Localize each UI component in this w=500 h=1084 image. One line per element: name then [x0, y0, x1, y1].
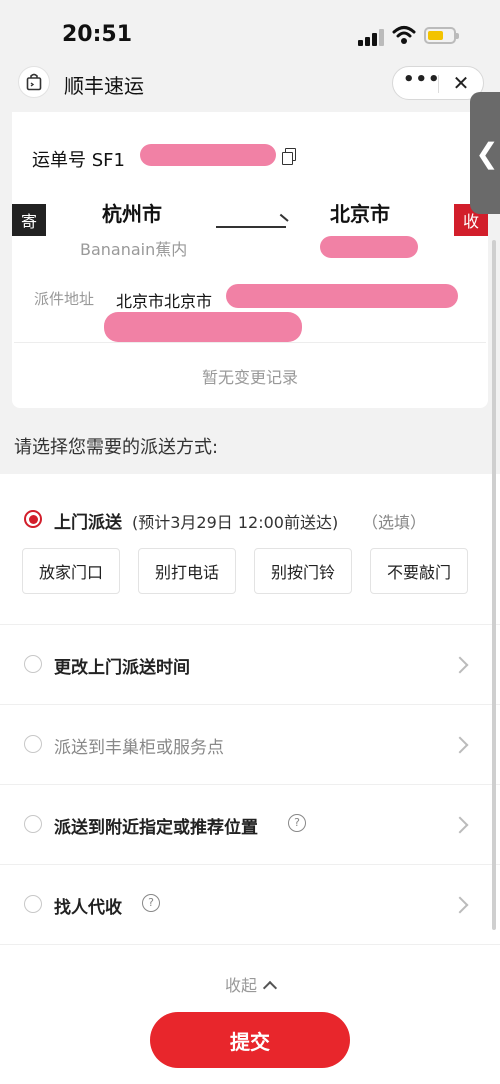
origin-city: 杭州市 — [102, 202, 162, 226]
chevron-right-icon — [451, 816, 469, 834]
chevron-right-icon — [451, 896, 469, 914]
help-icon[interactable]: ? — [142, 894, 160, 912]
app-title: 顺丰速运 — [64, 74, 144, 98]
copy-icon[interactable] — [282, 148, 296, 165]
redaction-waybill — [140, 144, 276, 166]
option-proxy-receive[interactable]: 找人代收 ? — [0, 884, 500, 924]
chip-no-doorbell[interactable]: 别按门铃 — [254, 548, 352, 594]
option-door-delivery[interactable]: 上门派送 (预计3月29日 12:00前送达) （选填） — [0, 498, 500, 538]
route-arrow-icon — [216, 226, 286, 228]
radio-icon[interactable] — [24, 735, 42, 753]
chip-leave-at-door[interactable]: 放家门口 — [22, 548, 120, 594]
change-record-text: 暂无变更记录 — [201, 368, 298, 387]
delivery-address-value: 北京市北京市 — [116, 292, 213, 311]
redaction-receiver — [320, 236, 418, 258]
waybill-number: 运单号 SF1 — [32, 150, 125, 171]
wifi-icon — [392, 26, 416, 44]
option-label: 更改上门派送时间 — [54, 658, 190, 678]
option-label: 上门派送 — [54, 513, 122, 533]
sender-tag: 寄 — [12, 204, 46, 236]
capsule-divider — [438, 75, 439, 93]
row-divider — [0, 784, 500, 785]
row-divider — [0, 624, 500, 625]
status-time: 20:51 — [62, 22, 133, 47]
destination-city: 北京市 — [330, 202, 390, 226]
option-label: 派送到附近指定或推荐位置 — [54, 818, 258, 838]
option-nearby-location[interactable]: 派送到附近指定或推荐位置 ? — [0, 804, 500, 844]
battery-icon — [424, 27, 459, 44]
radio-icon[interactable] — [24, 895, 42, 913]
chip-no-knock[interactable]: 不要敲门 — [370, 548, 468, 594]
option-change-time[interactable]: 更改上门派送时间 — [0, 644, 500, 684]
app-logo-icon — [18, 66, 50, 98]
help-icon[interactable]: ? — [288, 814, 306, 832]
option-label: 派送到丰巢柜或服务点 — [54, 738, 224, 758]
option-locker[interactable]: 派送到丰巢柜或服务点 — [0, 724, 500, 764]
close-button[interactable]: ✕ — [446, 71, 476, 95]
sender-name: Bananain蕉内 — [80, 240, 188, 259]
chevron-up-icon — [262, 980, 278, 996]
radio-selected-icon[interactable] — [24, 510, 42, 528]
option-eta: (预计3月29日 12:00前送达) — [132, 513, 339, 532]
mini-program-capsule: ••• ✕ — [392, 66, 484, 100]
card-divider — [14, 342, 486, 343]
radio-icon[interactable] — [24, 815, 42, 833]
delivery-method-title: 请选择您需要的派送方式: — [14, 437, 219, 458]
collapse-label: 收起 — [224, 976, 257, 995]
option-optional: （选填） — [362, 513, 427, 532]
option-label: 找人代收 — [54, 898, 122, 918]
radio-icon[interactable] — [24, 655, 42, 673]
delivery-address-label: 派件地址 — [34, 290, 95, 308]
redaction-address-1 — [226, 284, 458, 308]
chip-no-call[interactable]: 别打电话 — [138, 548, 236, 594]
scrollbar[interactable] — [492, 240, 496, 930]
collapse-toggle[interactable]: 收起 — [0, 972, 500, 996]
cellular-signal-icon — [358, 28, 384, 46]
row-divider — [0, 704, 500, 705]
side-collapse-tab[interactable]: ❮ — [470, 92, 500, 214]
chevron-right-icon — [451, 656, 469, 674]
chevron-right-icon — [451, 736, 469, 754]
row-divider — [0, 864, 500, 865]
row-divider — [0, 944, 500, 945]
more-button[interactable]: ••• — [403, 69, 440, 90]
redaction-address-2 — [104, 312, 302, 342]
submit-button[interactable]: 提交 — [150, 1012, 350, 1068]
